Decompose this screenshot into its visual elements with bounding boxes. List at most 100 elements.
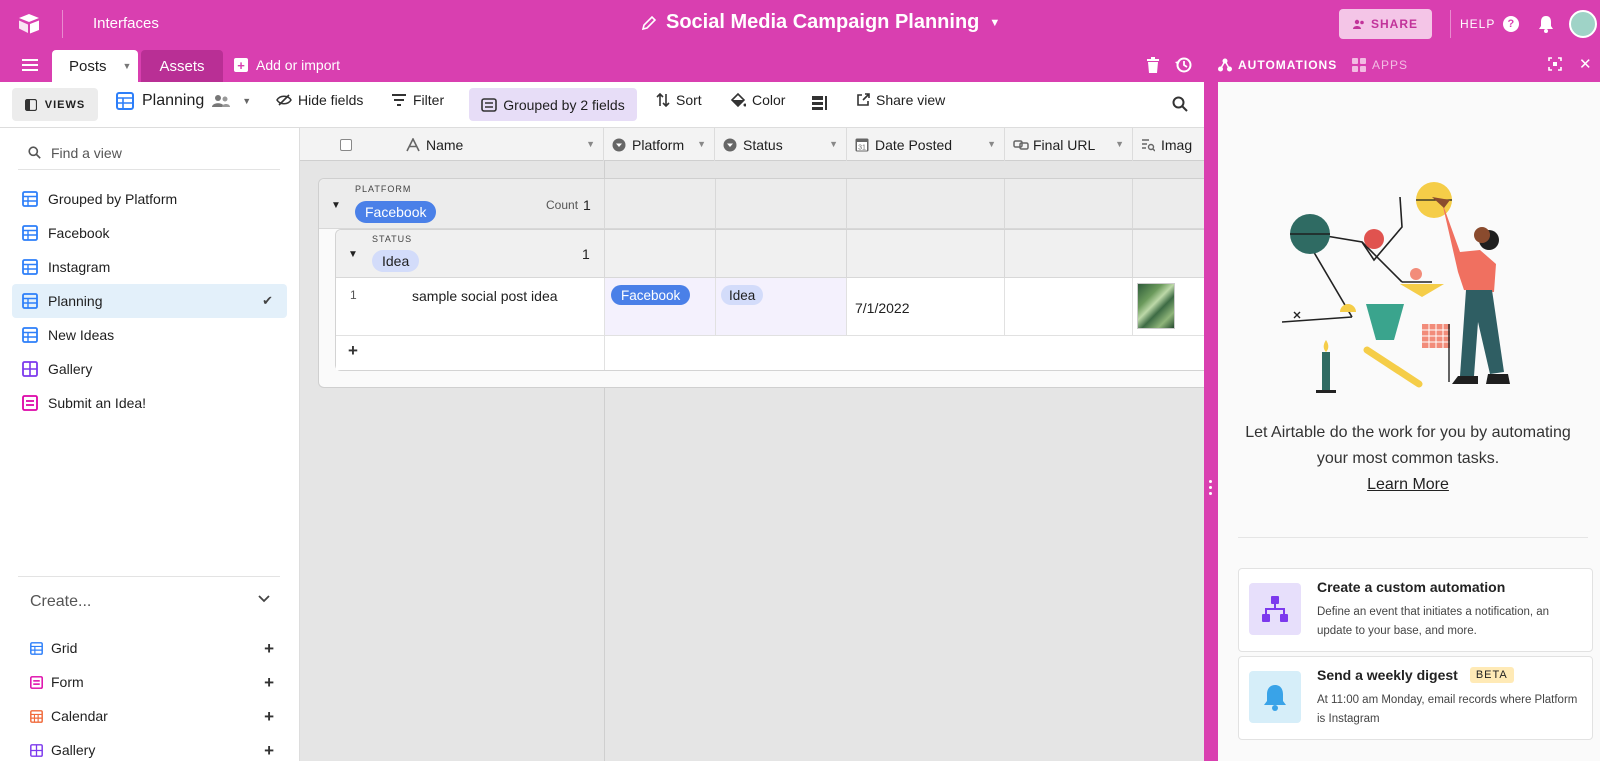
automation-empty-message: Let Airtable do the work for you by auto… — [1238, 420, 1578, 498]
grid-view: Name ▼ Platform ▼ Status ▼ 31 Date Poste… — [300, 128, 1204, 761]
help-label: HELP — [1460, 17, 1496, 31]
automation-suggestion-card[interactable]: Create a custom automation Define an eve… — [1238, 568, 1593, 652]
notifications-bell-icon[interactable] — [1537, 14, 1555, 34]
view-label: New Ideas — [48, 327, 115, 343]
hamburger-menu-icon[interactable] — [22, 58, 38, 72]
create-gallery-view[interactable]: Gallery + — [30, 741, 280, 760]
hide-eye-icon — [276, 93, 292, 107]
find-view-search[interactable]: Find a view — [18, 136, 280, 170]
cell-image-thumbnail[interactable] — [1137, 283, 1175, 329]
view-label: Facebook — [48, 225, 110, 241]
row-number: 1 — [350, 288, 357, 302]
sidebar-view-grouped-by-platform[interactable]: Grouped by Platform — [12, 182, 287, 216]
group-button[interactable]: Grouped by 2 fields — [469, 88, 637, 121]
cell-date-posted[interactable]: 7/1/2022 — [855, 300, 910, 316]
create-view-section: Create... Grid + Form + Calendar + Galle… — [18, 576, 280, 760]
grid-view-icon — [22, 327, 38, 343]
cell-platform-pill[interactable]: Facebook — [611, 285, 691, 305]
top-bar: Interfaces Social Media Campaign Plannin… — [0, 0, 1600, 48]
panel-resize-handle[interactable] — [1209, 480, 1213, 498]
filter-button[interactable]: Filter — [391, 92, 444, 108]
column-divider — [1132, 278, 1133, 335]
chevron-down-icon[interactable]: ▼ — [586, 139, 595, 149]
column-header-image[interactable]: Imag — [1133, 128, 1204, 161]
history-icon[interactable] — [1175, 56, 1193, 74]
search-icon[interactable] — [1172, 96, 1188, 112]
find-view-input[interactable]: Find a view — [51, 145, 122, 161]
interfaces-link[interactable]: Interfaces — [93, 15, 159, 32]
group-header[interactable]: STATUS ▼ Idea 1 — [336, 230, 1204, 278]
add-record-row[interactable]: + — [336, 336, 1204, 370]
column-header-final-url[interactable]: Final URL ▼ — [1005, 128, 1133, 161]
automation-suggestion-card[interactable]: Send a weekly digest BETA At 11:00 am Mo… — [1238, 656, 1593, 740]
column-header-date-posted[interactable]: 31 Date Posted ▼ — [847, 128, 1005, 161]
create-item-label: Calendar — [51, 708, 108, 724]
row-height-icon[interactable] — [812, 96, 828, 110]
panel-resize-border — [1204, 82, 1218, 761]
column-divider — [1004, 278, 1005, 335]
user-avatar[interactable] — [1569, 10, 1597, 38]
beta-badge: BETA — [1469, 667, 1514, 683]
sidebar-view-new-ideas[interactable]: New Ideas — [12, 318, 287, 352]
color-button[interactable]: Color — [730, 92, 785, 108]
group-status: STATUS ▼ Idea 1 1 sample social post ide… — [335, 229, 1204, 371]
tab-assets[interactable]: Assets — [141, 50, 223, 82]
view-label: Gallery — [48, 361, 93, 377]
chevron-down-icon[interactable]: ▼ — [987, 139, 996, 149]
help-button[interactable]: HELP ? — [1460, 16, 1520, 32]
share-view-button[interactable]: Share view — [856, 92, 945, 108]
chevron-down-icon[interactable]: ▼ — [829, 139, 838, 149]
chevron-down-icon — [258, 595, 270, 603]
automation-flow-icon — [1249, 583, 1301, 635]
sidebar-view-instagram[interactable]: Instagram — [12, 250, 287, 284]
share-button[interactable]: SHARE — [1339, 9, 1432, 39]
expand-icon[interactable] — [1548, 57, 1562, 71]
group-header[interactable]: PLATFORM ▼ Facebook Count 1 — [319, 179, 1204, 229]
cell-status-pill[interactable]: Idea — [721, 285, 764, 305]
column-divider — [846, 278, 847, 335]
current-view-menu[interactable]: Planning ▼ — [116, 92, 251, 110]
divider — [1450, 10, 1451, 38]
grid-view-icon — [22, 225, 38, 241]
create-calendar-view[interactable]: Calendar + — [30, 707, 280, 726]
chevron-down-icon[interactable]: ▼ — [697, 139, 706, 149]
column-header-platform[interactable]: Platform ▼ — [604, 128, 715, 161]
base-title-menu[interactable]: Social Media Campaign Planning ▼ — [640, 11, 1000, 34]
trash-icon[interactable] — [1146, 57, 1160, 73]
hide-fields-button[interactable]: Hide fields — [276, 92, 363, 108]
collapse-triangle-icon[interactable]: ▼ — [331, 200, 341, 211]
learn-more-link[interactable]: Learn More — [1238, 472, 1578, 498]
sidebar-view-planning[interactable]: Planning ✔ — [12, 284, 287, 318]
create-grid-view[interactable]: Grid + — [30, 639, 280, 658]
sort-label: Sort — [676, 92, 702, 108]
views-toggle-button[interactable]: VIEWS — [12, 88, 98, 121]
create-form-view[interactable]: Form + — [30, 673, 280, 692]
column-header-status[interactable]: Status ▼ — [715, 128, 847, 161]
close-panel-icon[interactable]: ✕ — [1579, 55, 1592, 73]
add-record-plus-icon[interactable]: + — [348, 341, 358, 361]
chevron-down-icon[interactable]: ▼ — [1115, 139, 1124, 149]
sidebar-view-gallery[interactable]: Gallery — [12, 352, 287, 386]
cell-name[interactable]: sample social post idea — [412, 288, 558, 304]
column-header-name[interactable]: Name ▼ — [398, 128, 604, 161]
airtable-logo-icon[interactable] — [17, 12, 41, 36]
sidebar-view-facebook[interactable]: Facebook — [12, 216, 287, 250]
chevron-down-icon[interactable]: ▼ — [123, 61, 132, 71]
select-all-checkbox-cell[interactable] — [300, 128, 398, 161]
tab-posts[interactable]: Posts ▼ — [52, 50, 138, 82]
sidebar-view-submit-an-idea[interactable]: Submit an Idea! — [12, 386, 287, 420]
add-or-import-button[interactable]: + Add or import — [234, 57, 340, 73]
column-label: Final URL — [1033, 136, 1096, 153]
form-view-icon — [30, 675, 43, 689]
sort-button[interactable]: Sort — [656, 92, 702, 108]
view-label: Instagram — [48, 259, 111, 275]
collapse-triangle-icon[interactable]: ▼ — [348, 249, 358, 260]
select-all-checkbox[interactable] — [340, 138, 352, 151]
table-row[interactable]: 1 sample social post idea Facebook Idea … — [336, 278, 1204, 336]
apps-tab[interactable]: APPS — [1352, 58, 1408, 72]
create-view-header[interactable]: Create... — [30, 593, 280, 611]
column-header-row: Name ▼ Platform ▼ Status ▼ 31 Date Poste… — [300, 128, 1204, 161]
automations-label: AUTOMATIONS — [1238, 58, 1338, 72]
single-select-icon — [612, 138, 626, 152]
automations-tab[interactable]: AUTOMATIONS — [1218, 58, 1337, 72]
